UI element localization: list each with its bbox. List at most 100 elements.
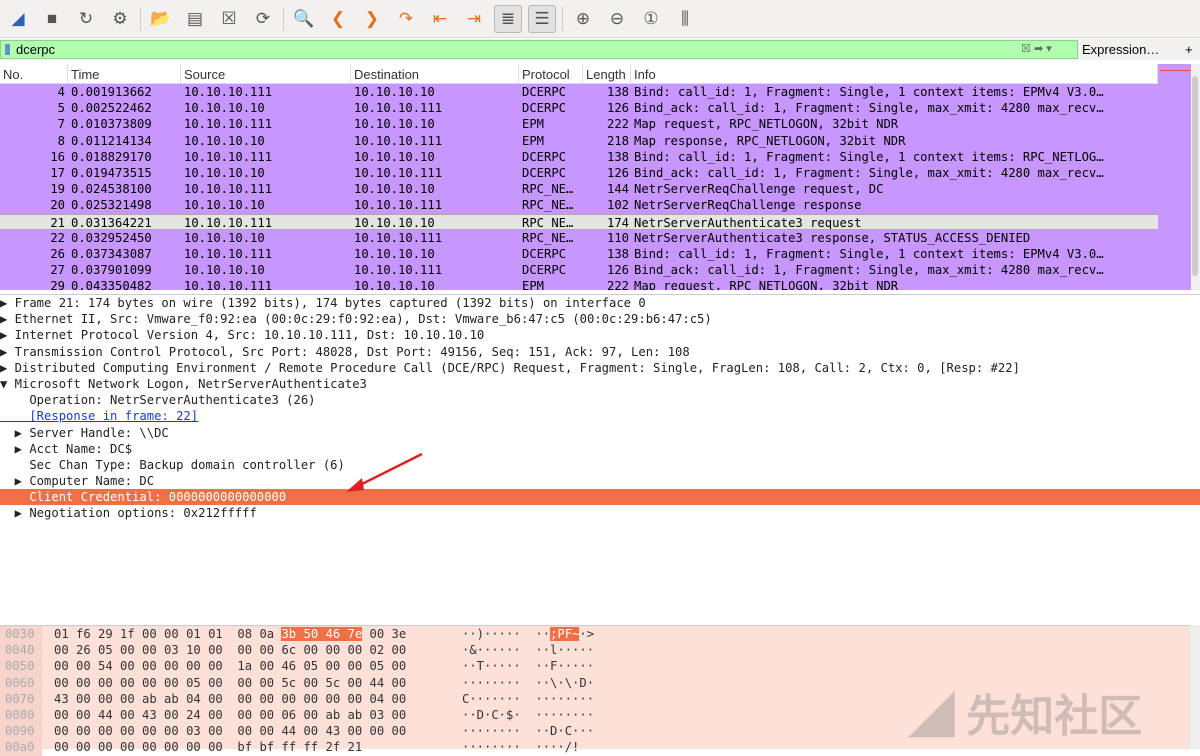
detail-line[interactable]: Operation: NetrServerAuthenticate3 (26) [0, 392, 1200, 408]
hex-ascii[interactable]: ········ ····/! [462, 739, 579, 755]
detail-line[interactable]: ▶ Internet Protocol Version 4, Src: 10.1… [0, 327, 1200, 343]
detail-text[interactable]: [Response in frame: 22] [0, 409, 198, 423]
resize-columns-icon[interactable]: ⫼ [671, 5, 699, 33]
column-header-no[interactable]: No. [0, 64, 68, 83]
detail-line[interactable]: [Response in frame: 22] [0, 408, 1200, 424]
stop-icon[interactable]: ■ [38, 5, 66, 33]
packet-row[interactable]: 27 0.037901099 10.10.10.10 10.10.10.111 DCER… [0, 262, 1158, 279]
packet-cell: RPC_NE… [522, 215, 574, 229]
normal-size-icon[interactable]: ① [637, 5, 665, 33]
hex-bytes[interactable]: 00 00 00 00 00 00 00 00 bf bf ff ff 2f 2… [42, 739, 462, 755]
packet-row[interactable]: 7 0.010373809 10.10.10.111 10.10.10.10 EPM 22… [0, 116, 1158, 133]
packet-cell: EPM [522, 279, 545, 290]
packet-row[interactable]: 5 0.002522462 10.10.10.10 10.10.10.111 DCERP… [0, 100, 1158, 117]
packet-row[interactable]: 22 0.032952450 10.10.10.10 10.10.10.111 RPC_… [0, 229, 1158, 246]
hex-ascii[interactable]: ··T····· ··F····· [462, 658, 594, 674]
hex-bytes[interactable]: 00 00 54 00 00 00 00 00 1a 00 46 05 00 0… [42, 658, 462, 674]
clear-apply-filter-icon[interactable]: ☒ ➡ ▾ [1021, 42, 1052, 55]
packet-cell: 0.031364221 [71, 215, 152, 229]
hex-ascii[interactable]: ·&······ ··l····· [462, 642, 594, 658]
detail-line[interactable]: ▶ Negotiation options: 0x212fffff [0, 505, 1200, 521]
ascii-a: ··D·C·$· ········ [462, 707, 595, 722]
shark-fin-start-icon[interactable]: ◢ [4, 5, 32, 33]
autoscroll-icon[interactable]: ≣ [494, 4, 522, 33]
first-packet-icon[interactable]: ⇤ [426, 5, 454, 33]
packet-cell: DCERPC [522, 263, 567, 278]
filter-text[interactable]: dcerpc [16, 42, 55, 57]
hex-bytes[interactable]: 00 26 05 00 00 03 10 00 00 00 6c 00 00 0… [42, 642, 462, 658]
column-header-time[interactable]: Time [68, 64, 181, 83]
detail-line[interactable]: ▶ Acct Name: DC$ [0, 441, 1200, 457]
packet-cell: 10.10.10.10 [184, 198, 265, 213]
packet-row[interactable]: 26 0.037343087 10.10.10.111 10.10.10.10 DCER… [0, 245, 1158, 263]
packet-cell: 20 [50, 198, 65, 213]
colorize-icon[interactable]: ☰ [528, 4, 556, 33]
packet-list-scrollbar[interactable] [1191, 64, 1200, 290]
expression-button[interactable]: Expression… [1082, 42, 1159, 57]
options-gear-icon[interactable]: ⚙ [106, 5, 134, 33]
last-packet-icon[interactable]: ⇥ [460, 5, 488, 33]
file-set-icon[interactable]: ▤ [181, 5, 209, 33]
bytes-scrollbar[interactable] [1190, 625, 1200, 749]
column-header-destination[interactable]: Destination [351, 64, 519, 83]
hex-bytes[interactable]: 43 00 00 00 ab ab 04 00 00 00 00 00 00 0… [42, 691, 462, 707]
column-header-info[interactable]: Info [631, 64, 1158, 83]
packet-cell: 0.024538100 [71, 182, 152, 197]
detail-line[interactable]: ▶ Ethernet II, Src: Vmware_f0:92:ea (00:… [0, 311, 1200, 327]
packet-cell: 0.037901099 [71, 263, 152, 278]
hex-bytes[interactable]: 00 00 00 00 00 00 03 00 00 00 44 00 43 0… [42, 723, 462, 739]
bookmark-icon[interactable] [5, 44, 10, 55]
zoom-out-icon[interactable]: ⊖ [603, 5, 631, 33]
display-filter-input[interactable]: dcerpc [0, 40, 1078, 59]
hex-bytes[interactable]: 01 f6 29 1f 00 00 01 01 08 0a 3b 50 46 7… [42, 626, 462, 642]
zoom-in-icon[interactable]: ⊕ [569, 5, 597, 33]
packet-cell: Bind_ack: call_id: 1, Fragment: Single, … [634, 101, 1104, 116]
find-icon[interactable]: 🔍 [290, 5, 318, 33]
packet-row[interactable]: 21 0.031364221 10.10.10.111 10.10.10.10 RPC_… [0, 213, 1158, 230]
back-icon[interactable]: ❮ [324, 5, 352, 33]
ascii-a: C······· ········ [462, 691, 595, 706]
hex-ascii[interactable]: C······· ········ [462, 691, 594, 707]
open-file-icon[interactable]: 📂 [147, 5, 175, 33]
hex-bytes-a: 00 00 54 00 00 00 00 00 1a 00 46 05 00 0… [54, 659, 407, 674]
packet-cell: RPC_NE… [522, 198, 574, 213]
column-header-length[interactable]: Length [583, 64, 631, 83]
packet-cell: NetrServerReqChallenge request, DC [634, 182, 884, 197]
packet-minimap[interactable] [1158, 64, 1192, 290]
detail-line[interactable]: ▶ Distributed Computing Environment / Re… [0, 360, 1200, 376]
hex-ascii[interactable]: ········ ··D·C··· [462, 723, 594, 739]
packet-row[interactable]: 20 0.025321498 10.10.10.10 10.10.10.111 RPC_… [0, 197, 1158, 214]
packet-row[interactable]: 8 0.011214134 10.10.10.10 10.10.10.111 EPM 21… [0, 132, 1158, 149]
hex-bytes[interactable]: 00 00 00 00 00 00 05 00 00 00 5c 00 5c 0… [42, 675, 462, 691]
packet-row[interactable]: 16 0.018829170 10.10.10.111 10.10.10.10 DCER… [0, 148, 1158, 165]
detail-line[interactable]: ▼ Microsoft Network Logon, NetrServerAut… [0, 376, 1200, 392]
packet-row[interactable]: 19 0.024538100 10.10.10.111 10.10.10.10 RPC_… [0, 181, 1158, 198]
reload-icon[interactable]: ⟳ [249, 5, 277, 33]
detail-line[interactable]: ▶ Transmission Control Protocol, Src Por… [0, 344, 1200, 360]
restart-icon[interactable]: ↻ [72, 5, 100, 33]
detail-line[interactable]: ▶ Server Handle: \\DC [0, 425, 1200, 441]
hex-bytes[interactable]: 00 00 44 00 43 00 24 00 00 00 06 00 ab a… [42, 707, 462, 723]
packet-row[interactable]: 17 0.019473515 10.10.10.10 10.10.10.111 DCER… [0, 164, 1158, 182]
forward-icon[interactable]: ❯ [358, 5, 386, 33]
column-header-protocol[interactable]: Protocol [519, 64, 583, 83]
detail-line[interactable]: Sec Chan Type: Backup domain controller … [0, 457, 1200, 473]
hex-ascii[interactable]: ··)····· ··;PF~·> [462, 626, 594, 642]
packet-cell: 138 [606, 149, 629, 164]
hex-ascii[interactable]: ········ ··\·\·D· [462, 675, 594, 691]
column-header-source[interactable]: Source [181, 64, 351, 83]
hex-ascii[interactable]: ··D·C·$· ········ [462, 707, 594, 723]
close-file-icon[interactable]: ☒ [215, 5, 243, 33]
goto-packet-icon[interactable]: ↷ [392, 5, 420, 33]
packet-cell: 27 [50, 263, 65, 278]
detail-line[interactable]: Client Credential: 0000000000000000 [0, 489, 1200, 506]
detail-line[interactable]: ▶ Computer Name: DC [0, 473, 1200, 489]
packet-cell: 21 [50, 215, 65, 229]
packet-cell: 10.10.10.111 [184, 149, 273, 164]
add-filter-button[interactable]: + [1185, 42, 1193, 57]
packet-row[interactable]: 4 0.001913662 10.10.10.111 10.10.10.10 DCERP… [0, 84, 1158, 101]
packet-cell: 8 [57, 133, 65, 148]
toolbar-separator [283, 6, 284, 31]
packet-row[interactable]: 29 0.043350482 10.10.10.111 10.10.10.10 EPM 2… [0, 278, 1158, 290]
detail-line[interactable]: ▶ Frame 21: 174 bytes on wire (1392 bits… [0, 295, 1200, 311]
